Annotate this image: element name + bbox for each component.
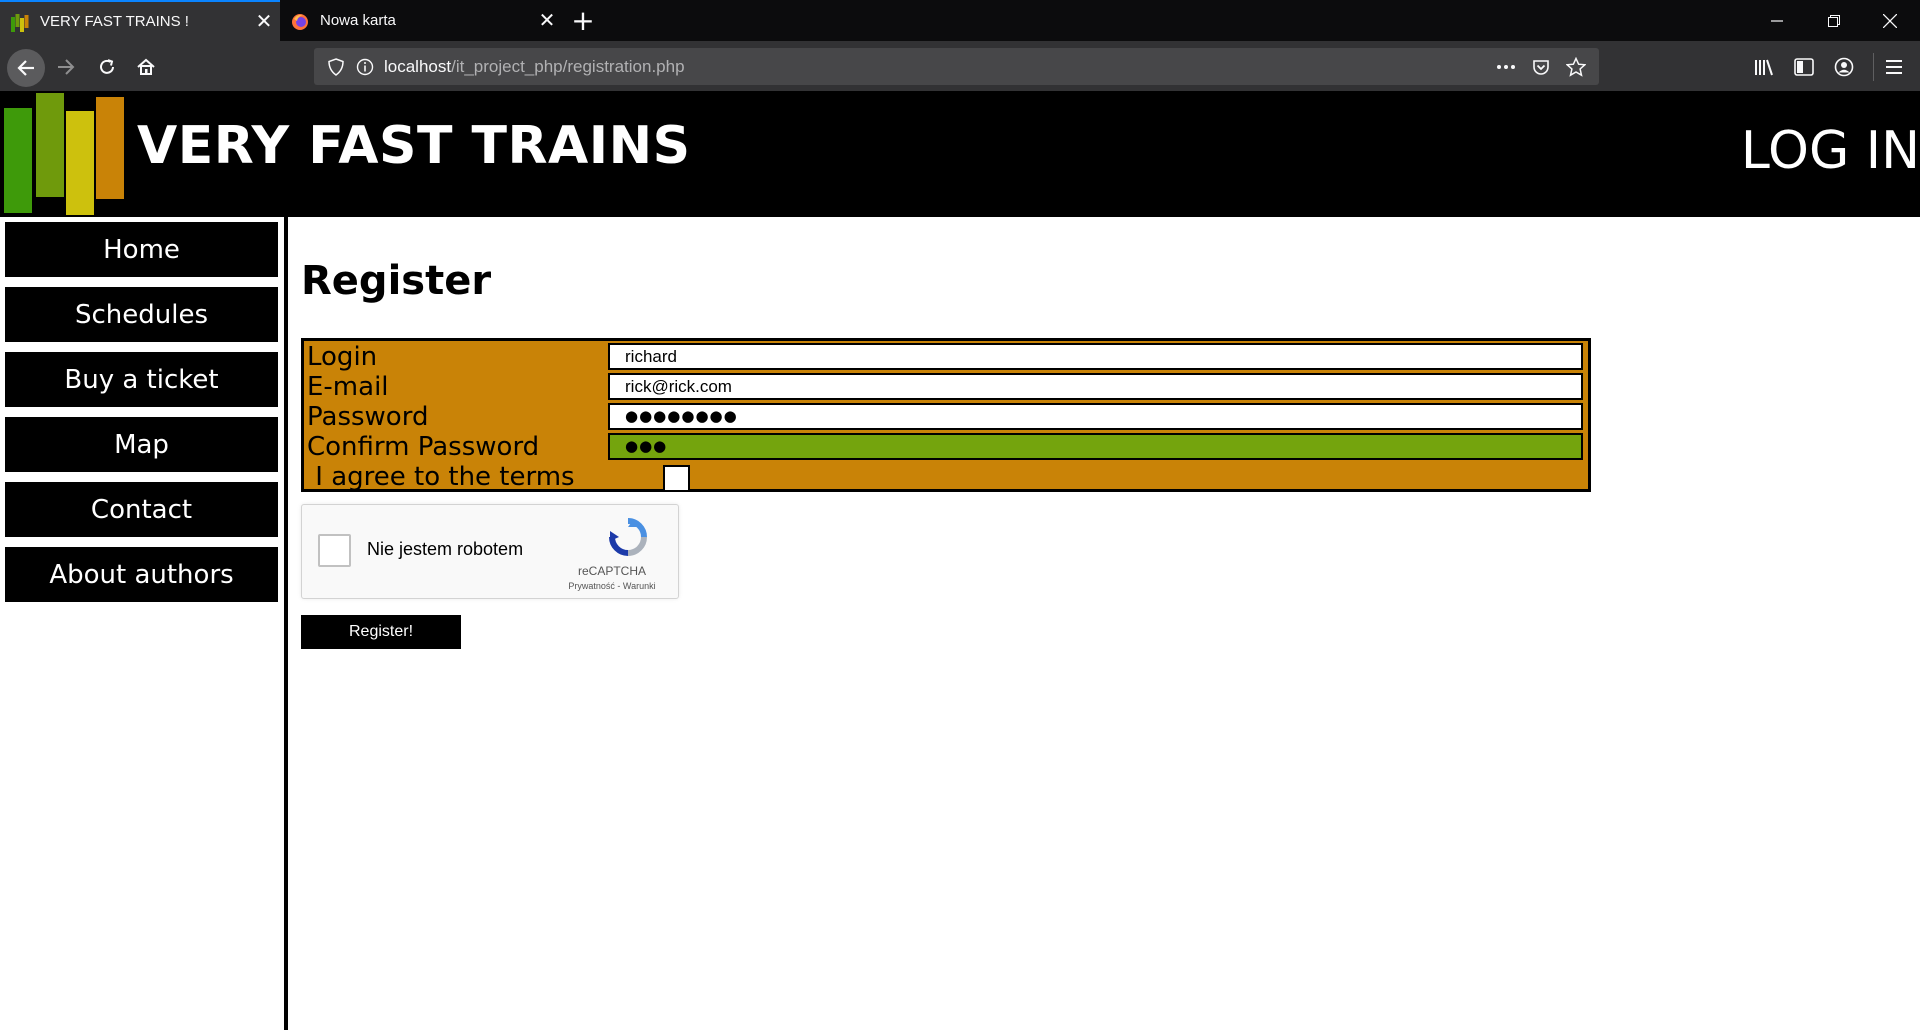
form-row-confirm-password: Confirm Password ●●● bbox=[304, 431, 1588, 462]
recaptcha-checkbox[interactable] bbox=[318, 534, 351, 567]
toolbar-divider bbox=[1873, 53, 1874, 81]
logo-bar bbox=[4, 108, 32, 213]
form-row-email: E-mail rick@rick.com bbox=[304, 371, 1588, 402]
reload-icon[interactable] bbox=[89, 49, 125, 85]
confirm-password-label: Confirm Password bbox=[307, 432, 540, 462]
info-icon[interactable] bbox=[356, 58, 374, 76]
logo-bar bbox=[96, 97, 124, 199]
form-row-terms: I agree to the terms bbox=[304, 461, 1588, 492]
browser-nav-bar: localhost/it_project_php/registration.ph… bbox=[0, 41, 1920, 91]
login-label: Login bbox=[307, 342, 378, 372]
forward-arrow-icon[interactable] bbox=[48, 49, 84, 85]
register-button[interactable]: Register! bbox=[301, 615, 461, 649]
url-path: /it_project_php/registration.php bbox=[451, 56, 685, 76]
recaptcha-label: Nie jestem robotem bbox=[367, 539, 524, 559]
registration-form: Login richard E-mail rick@rick.com Passw… bbox=[301, 338, 1591, 492]
tab-very-fast-trains[interactable]: VERY FAST TRAINS ! ✕ bbox=[0, 0, 280, 41]
form-row-password: Password ●●●●●●●● bbox=[304, 401, 1588, 432]
email-field[interactable]: rick@rick.com bbox=[608, 373, 1583, 400]
page-title: Register bbox=[301, 258, 492, 304]
pocket-icon[interactable] bbox=[1524, 48, 1558, 85]
password-field[interactable]: ●●●●●●●● bbox=[608, 403, 1583, 430]
sidebar-item-about-authors[interactable]: About authors bbox=[5, 547, 278, 602]
recaptcha-widget: Nie jestem robotem reCAPTCHA Prywatność … bbox=[301, 504, 679, 599]
password-label: Password bbox=[307, 402, 429, 432]
terms-checkbox[interactable] bbox=[663, 465, 690, 492]
back-arrow-icon[interactable] bbox=[7, 49, 45, 87]
recaptcha-brand: reCAPTCHA bbox=[577, 564, 646, 578]
bookmark-star-icon[interactable] bbox=[1559, 48, 1593, 85]
recaptcha-logo-icon bbox=[608, 517, 648, 557]
sidebar-item-contact[interactable]: Contact bbox=[5, 482, 278, 537]
more-actions-icon[interactable] bbox=[1489, 48, 1523, 85]
sidebar-item-buy-ticket[interactable]: Buy a ticket bbox=[5, 352, 278, 407]
address-bar[interactable]: localhost/it_project_php/registration.ph… bbox=[314, 48, 1599, 85]
sidebar-nav: Home Schedules Buy a ticket Map Contact … bbox=[0, 217, 288, 1030]
library-icon[interactable] bbox=[1746, 49, 1782, 85]
new-tab-icon[interactable]: + bbox=[565, 0, 601, 41]
form-row-login: Login richard bbox=[304, 341, 1588, 372]
hamburger-menu-icon[interactable] bbox=[1876, 49, 1912, 85]
email-label: E-mail bbox=[307, 372, 389, 402]
shield-icon[interactable] bbox=[328, 57, 344, 76]
tab-new-tab[interactable]: Nowa karta ✕ bbox=[280, 0, 563, 41]
login-link[interactable]: LOG IN bbox=[1741, 121, 1920, 181]
site-bars-icon bbox=[11, 12, 31, 32]
home-icon[interactable] bbox=[128, 49, 164, 85]
url-text[interactable]: localhost/it_project_php/registration.ph… bbox=[384, 57, 685, 77]
url-host: localhost bbox=[384, 56, 452, 76]
browser-tab-bar: VERY FAST TRAINS ! ✕ Nowa karta ✕ + bbox=[0, 0, 1920, 41]
minimize-icon[interactable] bbox=[1749, 0, 1805, 41]
tab-title: Nowa karta bbox=[320, 12, 396, 29]
close-tab-icon[interactable]: ✕ bbox=[248, 9, 280, 34]
firefox-icon bbox=[291, 11, 311, 31]
close-tab-icon[interactable]: ✕ bbox=[531, 8, 563, 33]
logo-bar bbox=[36, 93, 64, 197]
site-header: VERY FAST TRAINS LOG IN bbox=[0, 91, 1920, 217]
terms-label: I agree to the terms bbox=[307, 462, 575, 492]
logo-bar bbox=[66, 111, 94, 215]
login-field[interactable]: richard bbox=[608, 343, 1583, 370]
sidebar-divider bbox=[284, 217, 288, 1030]
sidebar-toggle-icon[interactable] bbox=[1786, 49, 1822, 85]
close-window-icon[interactable] bbox=[1862, 0, 1918, 41]
sidebar-item-home[interactable]: Home bbox=[5, 222, 278, 277]
tab-title: VERY FAST TRAINS ! bbox=[40, 13, 189, 30]
sidebar-item-schedules[interactable]: Schedules bbox=[5, 287, 278, 342]
recaptcha-terms-links[interactable]: Prywatność - Warunki bbox=[552, 581, 672, 591]
site-title: VERY FAST TRAINS bbox=[137, 116, 691, 176]
sidebar-item-map[interactable]: Map bbox=[5, 417, 278, 472]
restore-icon[interactable] bbox=[1806, 0, 1862, 41]
confirm-password-field[interactable]: ●●● bbox=[608, 433, 1583, 460]
account-icon[interactable] bbox=[1826, 49, 1862, 85]
